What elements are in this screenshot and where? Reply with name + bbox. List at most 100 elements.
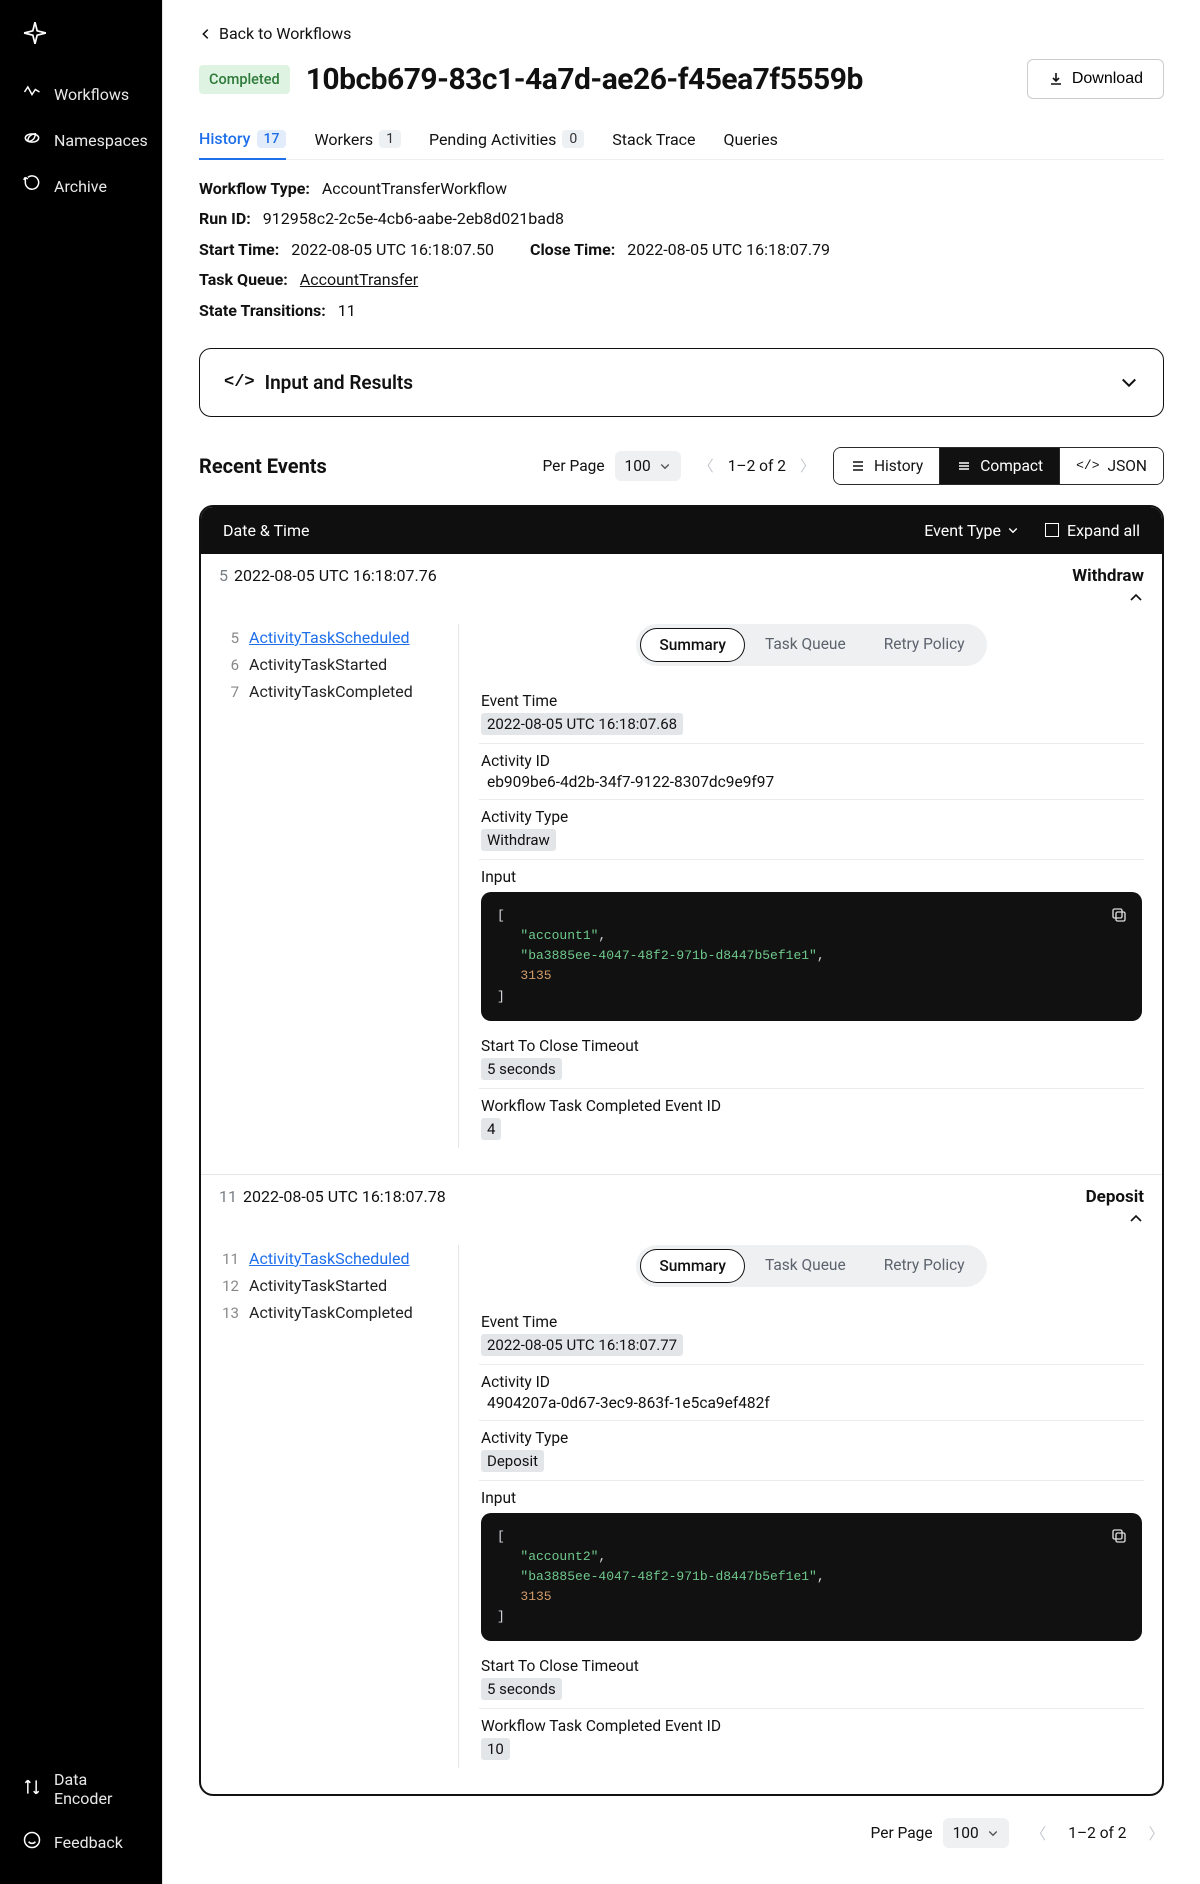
- workflow-id: 10bcb679-83c1-4a7d-ae26-f45ea7f5559b: [306, 62, 863, 97]
- tab-workers[interactable]: Workers1: [314, 129, 401, 159]
- tab-queries[interactable]: Queries: [724, 129, 778, 159]
- dataencoder-icon: [22, 1777, 42, 1801]
- detail-tabs: SummaryTask QueueRetry Policy: [636, 1245, 986, 1287]
- sidebar-item-label: Workflows: [54, 85, 129, 104]
- back-link[interactable]: Back to Workflows: [199, 24, 1164, 43]
- page-next-bottom[interactable]: 〉: [1148, 1822, 1164, 1844]
- download-button[interactable]: Download: [1027, 59, 1164, 99]
- view-json[interactable]: </> JSON: [1060, 448, 1163, 484]
- field-value: Deposit: [481, 1450, 544, 1472]
- sub-event[interactable]: 7ActivityTaskCompleted: [219, 678, 444, 705]
- code-icon: </>: [224, 373, 255, 392]
- sub-event[interactable]: 6ActivityTaskStarted: [219, 651, 444, 678]
- app-logo: [0, 20, 162, 72]
- tab-badge: 0: [562, 130, 584, 148]
- sidebar: Workflows Namespaces Archive Data Encoder F…: [0, 0, 162, 1884]
- close-time-value: 2022-08-05 UTC 16:18:07.79: [627, 235, 830, 265]
- workflow-type-value: AccountTransferWorkflow: [322, 174, 507, 204]
- input-results-panel[interactable]: </> Input and Results: [199, 348, 1164, 417]
- field-value: 5 seconds: [481, 1678, 562, 1700]
- field-value: 4: [481, 1118, 501, 1140]
- view-history[interactable]: History: [834, 448, 940, 484]
- view-mode-switch: History Compact </> JSON: [833, 447, 1164, 485]
- back-label: Back to Workflows: [219, 24, 351, 43]
- detail-tab-summary[interactable]: Summary: [640, 628, 745, 662]
- col-date-time: Date & Time: [223, 521, 309, 540]
- event-timestamp: 2022-08-05 UTC 16:18:07.76: [234, 566, 437, 585]
- detail-tab-task-queue[interactable]: Task Queue: [747, 628, 864, 662]
- detail-tab-retry-policy[interactable]: Retry Policy: [866, 1249, 983, 1283]
- page-status: 1–2 of 2: [728, 457, 786, 475]
- code-icon: </>: [1076, 458, 1099, 473]
- sidebar-item-namespaces[interactable]: Namespaces: [0, 118, 162, 162]
- compact-icon: [956, 458, 972, 474]
- status-badge: Completed: [199, 65, 290, 94]
- sidebar-item-label: Archive: [54, 177, 107, 196]
- copy-button[interactable]: [1106, 1523, 1132, 1549]
- sub-event-label: ActivityTaskStarted: [249, 1276, 387, 1295]
- event-name: Deposit: [1086, 1187, 1144, 1207]
- page-prev[interactable]: 〈: [699, 455, 714, 476]
- detail-tab-summary[interactable]: Summary: [640, 1249, 745, 1283]
- sub-event-label: ActivityTaskStarted: [249, 655, 387, 674]
- namespaces-icon: [22, 128, 42, 152]
- event-row: 5 2022-08-05 UTC 16:18:07.76 Withdraw 5Act…: [201, 554, 1162, 1174]
- checkbox-icon: [1045, 523, 1059, 537]
- tab-pending-activities[interactable]: Pending Activities0: [429, 129, 584, 159]
- sub-event[interactable]: 11ActivityTaskScheduled: [219, 1245, 444, 1272]
- input-code-block: [ "account1", "ba3885ee-4047-48f2-971b-d…: [481, 892, 1142, 1021]
- detail-tab-retry-policy[interactable]: Retry Policy: [866, 628, 983, 662]
- field-value: eb909be6-4d2b-34f7-9122-8307dc9e9f97: [481, 773, 1142, 791]
- sub-event-label: ActivityTaskCompleted: [249, 1303, 413, 1322]
- collapse-button[interactable]: [1086, 1211, 1144, 1231]
- tab-stack-trace[interactable]: Stack Trace: [612, 129, 695, 159]
- detail-tab-task-queue[interactable]: Task Queue: [747, 1249, 864, 1283]
- chevron-down-icon: [1119, 372, 1139, 392]
- feedback-icon: [22, 1830, 42, 1854]
- sidebar-item-data-encoder[interactable]: Data Encoder: [0, 1760, 162, 1818]
- event-number: 11: [219, 1187, 237, 1206]
- sidebar-item-label: Data Encoder: [54, 1770, 140, 1808]
- task-queue-link[interactable]: AccountTransfer: [300, 265, 418, 295]
- copy-button[interactable]: [1106, 902, 1132, 928]
- sub-event-label[interactable]: ActivityTaskScheduled: [249, 1249, 410, 1268]
- expand-all-toggle[interactable]: Expand all: [1045, 521, 1140, 540]
- view-compact[interactable]: Compact: [940, 448, 1060, 484]
- sidebar-item-label: Namespaces: [54, 131, 148, 150]
- list-icon: [850, 458, 866, 474]
- sub-event[interactable]: 13ActivityTaskCompleted: [219, 1299, 444, 1326]
- field-value: Withdraw: [481, 829, 556, 851]
- sidebar-item-feedback[interactable]: Feedback: [0, 1820, 162, 1864]
- events-table: Date & Time Event Type Expand all 5 2022…: [199, 505, 1164, 1796]
- collapse-button[interactable]: [1072, 590, 1144, 610]
- event-row: 11 2022-08-05 UTC 16:18:07.78 Deposit 11Ac…: [201, 1174, 1162, 1795]
- page-prev-bottom[interactable]: 〈: [1031, 1822, 1047, 1844]
- event-number: 5: [219, 566, 228, 585]
- sub-event[interactable]: 12ActivityTaskStarted: [219, 1272, 444, 1299]
- tabs: History17 Workers1 Pending Activities0 Stac…: [199, 129, 1164, 160]
- chevron-left-icon: [199, 27, 213, 41]
- state-transitions-value: 11: [338, 296, 356, 326]
- chevron-down-icon: [987, 1827, 999, 1839]
- sidebar-item-workflows[interactable]: Workflows: [0, 72, 162, 116]
- sub-event-label[interactable]: ActivityTaskScheduled: [249, 628, 410, 647]
- page-next[interactable]: 〉: [800, 455, 815, 476]
- recent-events-heading: Recent Events: [199, 454, 327, 478]
- per-page-select-bottom[interactable]: 100: [943, 1818, 1009, 1848]
- chevron-down-icon: [659, 460, 671, 472]
- field-value: 2022-08-05 UTC 16:18:07.68: [481, 713, 683, 735]
- input-code-block: [ "account2", "ba3885ee-4047-48f2-971b-d…: [481, 1513, 1142, 1642]
- field-value: 2022-08-05 UTC 16:18:07.77: [481, 1334, 683, 1356]
- workflows-icon: [22, 82, 42, 106]
- field-value: 10: [481, 1738, 510, 1760]
- download-icon: [1048, 71, 1064, 87]
- sidebar-item-archive[interactable]: Archive: [0, 164, 162, 208]
- sub-event[interactable]: 5ActivityTaskScheduled: [219, 624, 444, 651]
- workflow-meta: Workflow Type: AccountTransferWorkflow R…: [199, 174, 1164, 326]
- tab-history[interactable]: History17: [199, 129, 286, 160]
- event-timestamp: 2022-08-05 UTC 16:18:07.78: [243, 1187, 446, 1206]
- per-page-select[interactable]: 100: [615, 451, 681, 481]
- event-type-filter[interactable]: Event Type: [924, 521, 1019, 540]
- archive-icon: [22, 174, 42, 198]
- field-value: 4904207a-0d67-3ec9-863f-1e5ca9ef482f: [481, 1394, 1142, 1412]
